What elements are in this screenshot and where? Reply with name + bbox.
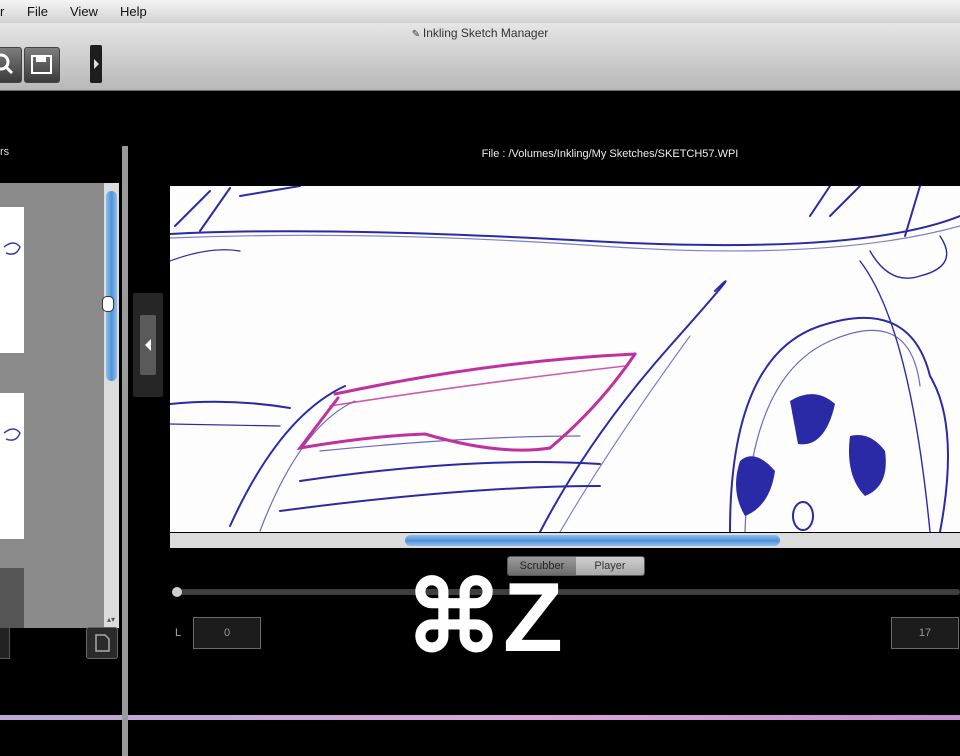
start-frame-field[interactable]: 0 xyxy=(193,617,261,649)
sketch-canvas[interactable] xyxy=(170,186,960,532)
canvas-scrollbar-thumb[interactable] xyxy=(405,535,780,546)
save-icon xyxy=(31,55,52,74)
sketch-thumbnail[interactable] xyxy=(0,207,24,353)
scroll-arrows-icon[interactable]: ▴▾ xyxy=(107,615,115,624)
menu-view[interactable]: View xyxy=(70,4,98,19)
start-label: L xyxy=(175,627,182,639)
magnifier-icon xyxy=(0,53,14,75)
timeline-scrubber[interactable] xyxy=(172,587,960,597)
left-bottom-button[interactable] xyxy=(0,627,10,659)
new-layer-button[interactable] xyxy=(86,627,118,659)
zoom-button[interactable] xyxy=(0,47,22,83)
panel-header: rs xyxy=(0,146,10,158)
menu-help[interactable]: Help xyxy=(120,4,147,19)
collapse-panel-button[interactable] xyxy=(133,293,163,397)
save-button[interactable] xyxy=(24,47,60,83)
toolbar-handle[interactable] xyxy=(90,45,102,83)
tab-player[interactable]: Player xyxy=(576,557,644,575)
app-icon: ✎ xyxy=(411,29,423,40)
menu-bar: r File View Help xyxy=(0,0,960,24)
shortcut-overlay: ⌘Z xyxy=(405,562,563,672)
window-title: ✎ Inkling Sketch Manager xyxy=(411,26,549,40)
arrow-left-icon xyxy=(145,339,151,351)
title-toolbar: ✎ Inkling Sketch Manager xyxy=(0,23,960,91)
end-frame-field[interactable]: 17 xyxy=(891,617,959,649)
panel-splitter[interactable] xyxy=(122,146,128,756)
file-path-label: File : /Volumes/Inkling/My Sketches/SKET… xyxy=(481,148,739,160)
thumbnail-scrollbar[interactable]: ▴▾ xyxy=(104,183,119,628)
thumbnail-list[interactable] xyxy=(0,183,104,628)
sketch-thumbnail[interactable] xyxy=(0,393,24,539)
sketch-thumbnail-selected[interactable] xyxy=(0,568,24,628)
scrollbar-thumb[interactable] xyxy=(106,191,117,381)
menu-app[interactable]: r xyxy=(0,4,4,19)
menu-file[interactable]: File xyxy=(27,4,48,19)
timeline-knob[interactable] xyxy=(172,587,182,597)
splitter-grip[interactable] xyxy=(102,296,114,312)
sketch-drawing xyxy=(170,186,960,532)
document-icon xyxy=(95,634,110,652)
sketch-list-panel: rs ▴▾ xyxy=(0,91,130,756)
canvas-scrollbar[interactable] xyxy=(170,533,960,548)
arrow-right-icon xyxy=(94,59,99,69)
